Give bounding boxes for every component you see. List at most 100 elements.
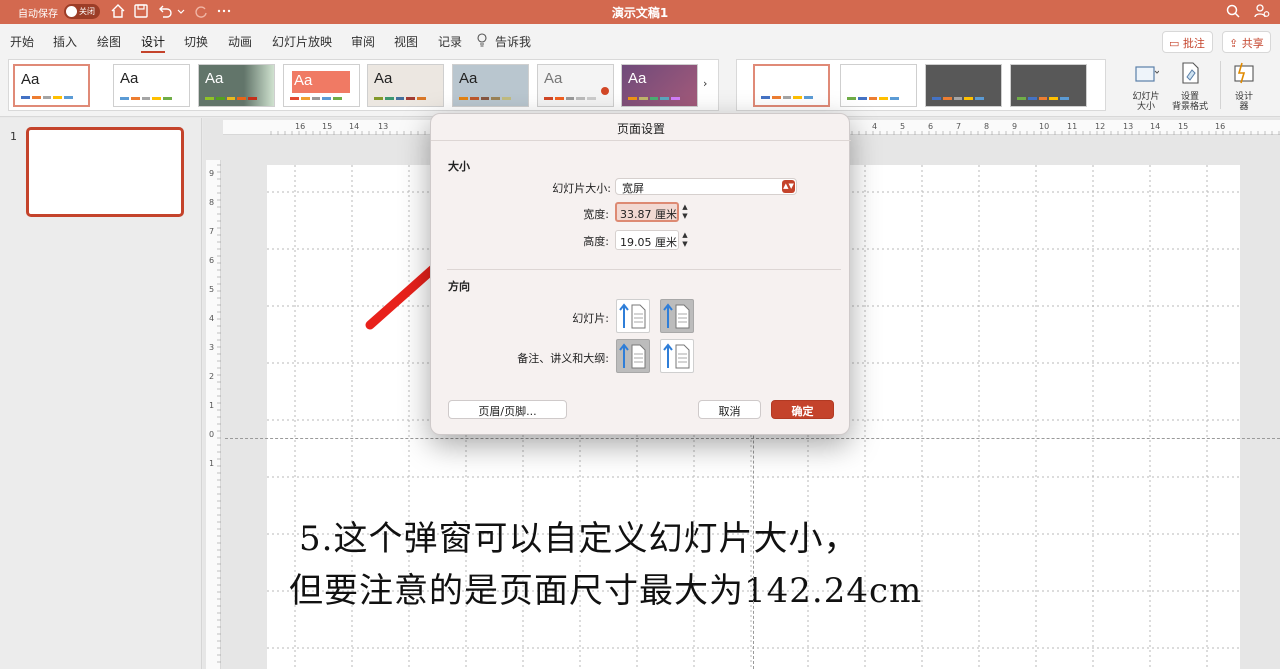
format-bg-label-1: 设置	[1180, 92, 1199, 102]
comment-icon: ▭	[1169, 37, 1180, 50]
theme-office-2[interactable]: Aa	[113, 64, 190, 107]
slide-size-select[interactable]: 宽屏 ▲▼	[615, 178, 797, 195]
variant-4[interactable]	[1010, 64, 1087, 107]
document-title: 演示文稿1	[611, 6, 669, 20]
tab-record[interactable]: 记录	[438, 33, 462, 50]
portrait-icon	[619, 303, 646, 329]
ruler-tick-label: 14	[1150, 122, 1160, 131]
tab-transitions[interactable]: 切换	[184, 33, 208, 50]
theme-ion[interactable]: Aa	[283, 64, 360, 107]
designer-button[interactable]: 设计 器	[1226, 61, 1262, 112]
variant-2[interactable]	[840, 64, 917, 107]
tab-draw[interactable]: 绘图	[97, 33, 121, 50]
ok-button[interactable]: 确定	[771, 400, 834, 419]
theme-sample-text: Aa	[21, 71, 40, 88]
tab-insert[interactable]: 插入	[53, 33, 77, 50]
chevron-right-icon[interactable]: ›	[703, 77, 707, 90]
menu-tabs: 开始 插入 绘图 设计 切换 动画 幻灯片放映 审阅 视图 记录 告诉我 ▭ 批…	[0, 24, 1280, 57]
share-icon: ⇪	[1229, 37, 1239, 50]
slide-size-label-2: 大小	[1136, 102, 1155, 112]
ruler-tick-label: 10	[1039, 122, 1049, 131]
vertical-ruler-ticks: 9 8 7 6 5 4 3 2 1 0 1	[209, 164, 221, 663]
slide-size-button[interactable]: 幻灯片 大小	[1124, 61, 1168, 112]
slide-thumbnail[interactable]	[26, 127, 184, 217]
ruler-tick-label: 5	[900, 122, 905, 131]
notes-orientation-label: 备注、讲义和大纲:	[517, 352, 609, 365]
designer-label-2: 器	[1239, 102, 1249, 112]
theme-sample-text: Aa	[374, 70, 393, 87]
size-section-title: 大小	[448, 160, 470, 173]
search-icon[interactable]	[1225, 3, 1241, 19]
tab-review[interactable]: 审阅	[351, 33, 375, 50]
tell-me-search[interactable]: 告诉我	[495, 33, 531, 50]
theme-colors	[21, 96, 73, 99]
theme-organic[interactable]: Aa	[367, 64, 444, 107]
ruler-tick-label: 13	[378, 122, 388, 131]
variant-1[interactable]	[753, 64, 830, 107]
format-background-button[interactable]: 设置 背景格式	[1168, 61, 1212, 112]
theme-colors	[205, 97, 257, 100]
ruler-tick-label: 9	[1012, 122, 1017, 131]
slides-landscape-option[interactable]	[660, 299, 694, 333]
theme-sample-text: Aa	[459, 70, 478, 87]
theme-sample-text: Aa	[294, 72, 313, 89]
share-label: 共享	[1241, 37, 1264, 50]
comments-button[interactable]: ▭ 批注	[1162, 31, 1213, 53]
theme-slice[interactable]: Aa	[537, 64, 614, 107]
design-ribbon: Aa Aa Aa Aa Aa Aa Aa Aa › 幻灯片 大小 设置 背景格式…	[0, 57, 1280, 117]
theme-berlin[interactable]: Aa	[621, 64, 698, 107]
designer-label-1: 设计	[1234, 92, 1253, 102]
tab-design[interactable]: 设计	[141, 33, 166, 53]
tab-slideshow[interactable]: 幻灯片放映	[272, 33, 332, 50]
ruler-tick-label: 0	[209, 430, 214, 439]
slides-orientation-label: 幻灯片:	[572, 312, 609, 325]
landscape-icon	[663, 303, 690, 329]
designer-icon	[1234, 62, 1254, 84]
vertical-ruler[interactable]: 9 8 7 6 5 4 3 2 1 0 1	[206, 160, 221, 669]
cancel-button[interactable]: 取消	[698, 400, 761, 419]
variants-gallery	[736, 59, 1106, 111]
height-stepper-icon[interactable]: ▲ ▼	[680, 231, 690, 249]
notes-portrait-option[interactable]	[616, 339, 650, 373]
ribbon-divider	[1220, 61, 1221, 109]
ruler-tick-label: 1	[209, 459, 214, 468]
theme-sample-text: Aa	[544, 70, 563, 87]
slides-portrait-option[interactable]	[616, 299, 650, 333]
ruler-tick-label: 15	[1178, 122, 1188, 131]
theme-colors	[290, 97, 342, 100]
dialog-title: 页面设置	[616, 122, 665, 136]
ruler-tick-label: 1	[209, 401, 214, 410]
slide-size-label: 幻灯片大小:	[552, 182, 611, 195]
account-icon[interactable]	[1254, 3, 1270, 19]
dialog-divider	[447, 269, 841, 270]
height-label: 高度:	[583, 235, 609, 248]
ruler-tick-label: 3	[209, 343, 214, 352]
theme-facet[interactable]: Aa	[198, 64, 275, 107]
tab-animations[interactable]: 动画	[228, 33, 252, 50]
variant-colors	[1017, 97, 1069, 100]
variant-3[interactable]	[925, 64, 1002, 107]
tab-view[interactable]: 视图	[394, 33, 418, 50]
page-setup-dialog: 页面设置 大小 幻灯片大小: 宽屏 ▲▼ 宽度: 33.87 厘米 ▲ ▼ 高度:…	[430, 113, 851, 435]
share-button[interactable]: ⇪ 共享	[1222, 31, 1271, 53]
ruler-tick-label: 6	[928, 122, 933, 131]
title-bar: 自动保存 关闭 演示文稿1	[0, 0, 1280, 24]
theme-colors	[544, 97, 596, 100]
notes-landscape-option[interactable]	[660, 339, 694, 373]
landscape-icon	[663, 343, 690, 369]
tab-home[interactable]: 开始	[10, 33, 34, 50]
width-field[interactable]: 33.87 厘米	[615, 202, 679, 222]
theme-sample-text: Aa	[628, 70, 647, 87]
theme-dot	[601, 87, 609, 95]
theme-colors	[459, 97, 511, 100]
header-footer-button[interactable]: 页眉/页脚...	[448, 400, 567, 419]
theme-sample-text: Aa	[120, 70, 139, 87]
height-field[interactable]: 19.05 厘米	[615, 230, 679, 250]
format-background-icon	[1182, 62, 1199, 84]
theme-office[interactable]: Aa	[13, 64, 90, 107]
ruler-tick-label: 14	[349, 122, 359, 131]
ruler-tick-label: 15	[322, 122, 332, 131]
portrait-icon	[619, 343, 646, 369]
theme-retrospect[interactable]: Aa	[452, 64, 529, 107]
width-stepper-icon[interactable]: ▲ ▼	[680, 203, 690, 221]
